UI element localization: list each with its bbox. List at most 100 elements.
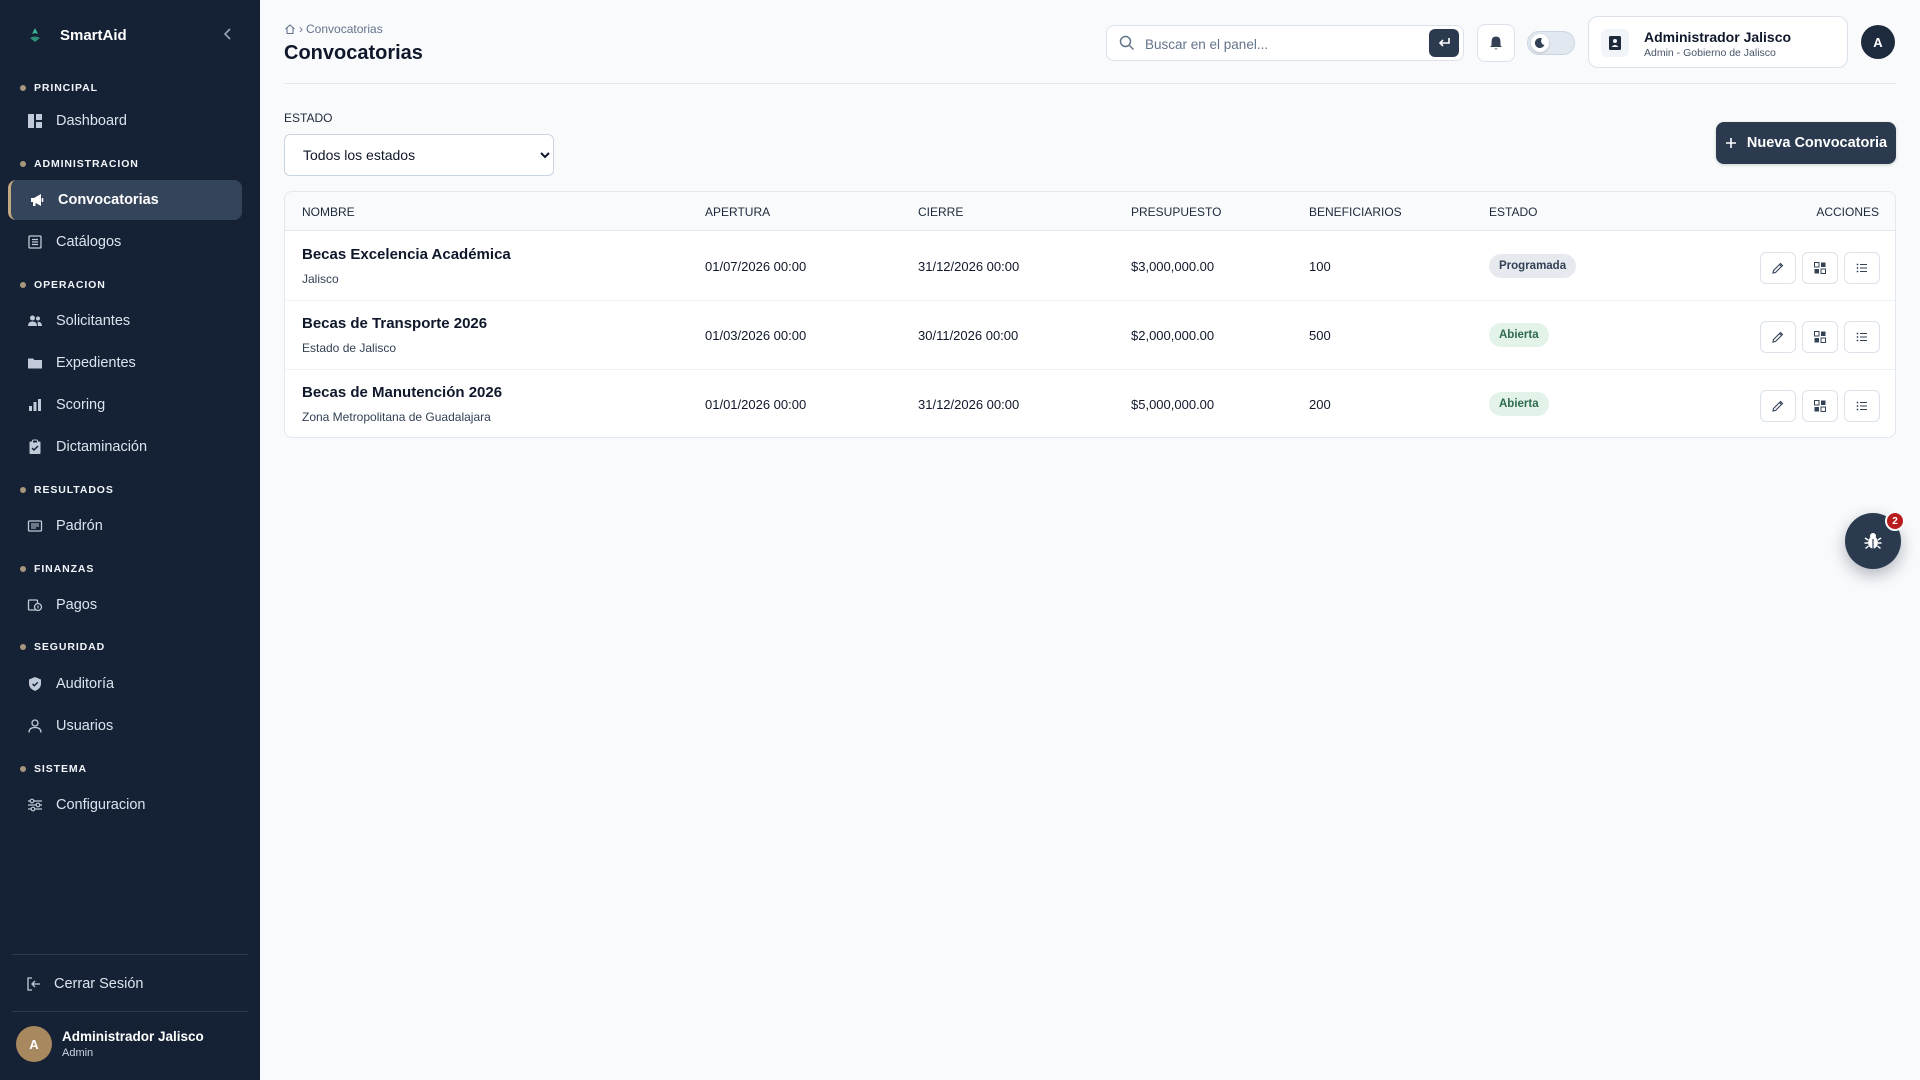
status-badge: Abierta: [1489, 323, 1549, 347]
chevron-left-icon: [223, 28, 231, 40]
pencil-icon: [1772, 400, 1784, 412]
sidebar-item-scoring[interactable]: Scoring: [8, 385, 242, 425]
sidebar-item-usuarios[interactable]: Usuarios: [8, 706, 242, 746]
sidebar-item-dashboard[interactable]: Dashboard: [8, 101, 242, 141]
sidebar-item-configuracion[interactable]: Configuracion: [8, 785, 242, 825]
sidebar-item-label: Auditoría: [56, 676, 115, 692]
breadcrumb-separator: ›: [299, 22, 303, 36]
sidebar-user[interactable]: A Administrador Jalisco Admin: [16, 1026, 204, 1062]
presupuesto-cell: $3,000,000.00: [1131, 259, 1215, 274]
sidebar-item-solicitantes[interactable]: Solicitantes: [8, 301, 242, 341]
brand[interactable]: SmartAid: [24, 22, 127, 48]
avatar: A: [16, 1026, 52, 1062]
grid-icon: [1814, 400, 1826, 412]
estado-filter-select[interactable]: Todos los estados: [284, 134, 554, 176]
new-convocatoria-label: Nueva Convocatoria: [1746, 135, 1888, 151]
edit-button[interactable]: [1760, 390, 1796, 422]
column-header-acciones: ACCIONES: [1816, 205, 1879, 219]
details-button[interactable]: [1844, 252, 1880, 284]
column-header-estado: ESTADO: [1489, 205, 1538, 219]
dashboard-icon: [26, 112, 44, 130]
brand-logo-icon: [24, 24, 46, 46]
nav-section-operacion: OPERACION: [20, 279, 106, 291]
sidebar-divider: [12, 954, 248, 955]
theme-toggle[interactable]: [1527, 31, 1575, 55]
search-input[interactable]: [1145, 34, 1415, 54]
user-role: Admin - Gobierno de Jalisco: [1644, 47, 1776, 59]
sidebar-item-expedientes[interactable]: Expedientes: [8, 343, 242, 383]
sidebar-item-label: Scoring: [56, 397, 106, 413]
nav-section-resultados: RESULTADOS: [20, 484, 114, 496]
column-header-nombre: NOMBRE: [302, 205, 355, 219]
details-button[interactable]: [1844, 321, 1880, 353]
bell-icon: [1490, 36, 1502, 50]
sidebar-item-label: Expedientes: [56, 355, 136, 371]
sidebar-item-label: Pagos: [56, 597, 98, 613]
presupuesto-cell: $5,000,000.00: [1131, 397, 1215, 412]
sidebar-item-label: Dictaminación: [56, 439, 148, 455]
notifications-button[interactable]: [1477, 24, 1515, 62]
sidebar-item-pagos[interactable]: Pagos: [8, 585, 242, 625]
nav-section-sistema: SISTEMA: [20, 763, 87, 775]
sidebar-item-dictaminacion[interactable]: Dictaminación: [8, 427, 242, 467]
pencil-icon: [1772, 331, 1784, 343]
search-box: [1106, 25, 1464, 61]
details-button[interactable]: [1844, 390, 1880, 422]
sidebar-item-catalogos[interactable]: Catálogos: [8, 222, 242, 262]
users-icon: [26, 312, 44, 330]
breadcrumb: › Convocatorias: [284, 22, 383, 36]
convocatoria-name: Becas Excelencia Académica: [302, 246, 511, 263]
breadcrumb-current[interactable]: Convocatorias: [306, 22, 383, 36]
layout-button[interactable]: [1802, 390, 1838, 422]
collapse-sidebar-button[interactable]: [218, 24, 238, 44]
search-submit-button[interactable]: [1429, 29, 1459, 57]
convocatoria-region: Estado de Jalisco: [302, 341, 397, 355]
table-header: NOMBRE APERTURA CIERRE PRESUPUESTO BENEF…: [285, 192, 1895, 231]
user-menu[interactable]: Administrador Jalisco Admin - Gobierno d…: [1588, 16, 1848, 68]
sidebar-item-label: Usuarios: [56, 718, 114, 734]
folder-icon: [26, 354, 44, 372]
sidebar-user-name: Administrador Jalisco: [62, 1029, 204, 1044]
edit-button[interactable]: [1760, 252, 1796, 284]
search-icon: [1119, 35, 1135, 56]
sidebar-item-label: Dashboard: [56, 113, 127, 129]
nav-section-seguridad: SEGURIDAD: [20, 641, 105, 653]
convocatoria-region: Zona Metropolitana de Guadalajara: [302, 410, 491, 424]
column-header-apertura: APERTURA: [705, 205, 771, 219]
clipboard-icon: [26, 438, 44, 456]
avatar[interactable]: A: [1861, 25, 1895, 59]
convocatoria-region: Jalisco: [302, 272, 339, 286]
convocatoria-name: Becas de Transporte 2026: [302, 315, 488, 332]
layout-button[interactable]: [1802, 321, 1838, 353]
user-name: Administrador Jalisco: [1644, 29, 1792, 45]
nav-section-finanzas: FINANZAS: [20, 563, 94, 575]
presupuesto-cell: $2,000,000.00: [1131, 328, 1215, 343]
logout-button[interactable]: Cerrar Sesión: [8, 968, 242, 1000]
table-row: Becas Excelencia Académica Jalisco 01/07…: [285, 232, 1895, 301]
sidebar-divider: [12, 1011, 248, 1012]
estado-filter-label: ESTADO: [284, 111, 333, 125]
apertura-cell: 01/01/2026 00:00: [705, 397, 807, 412]
beneficiarios-cell: 500: [1309, 328, 1331, 343]
new-convocatoria-button[interactable]: Nueva Convocatoria: [1716, 122, 1896, 164]
pencil-icon: [1772, 262, 1784, 274]
header-divider: [284, 83, 1896, 84]
moon-icon: [1531, 34, 1549, 52]
bug-count-badge: 2: [1885, 511, 1905, 531]
edit-button[interactable]: [1760, 321, 1796, 353]
grid-icon: [1814, 331, 1826, 343]
cierre-cell: 31/12/2026 00:00: [918, 397, 1020, 412]
layout-button[interactable]: [1802, 252, 1838, 284]
payments-icon: [26, 596, 44, 614]
bar-chart-icon: [26, 396, 44, 414]
sidebar-item-auditoria[interactable]: Auditoría: [8, 664, 242, 704]
nav-section-principal: PRINCIPAL: [20, 82, 98, 94]
sidebar-item-convocatorias[interactable]: Convocatorias: [8, 180, 242, 220]
home-icon[interactable]: [284, 23, 296, 35]
logout-icon: [26, 976, 42, 992]
sidebar-item-label: Solicitantes: [56, 313, 131, 329]
cierre-cell: 30/11/2026 00:00: [918, 328, 1019, 343]
table-row: Becas de Manutención 2026 Zona Metropoli…: [285, 370, 1895, 437]
sliders-icon: [26, 796, 44, 814]
sidebar-item-padron[interactable]: Padrón: [8, 506, 242, 546]
